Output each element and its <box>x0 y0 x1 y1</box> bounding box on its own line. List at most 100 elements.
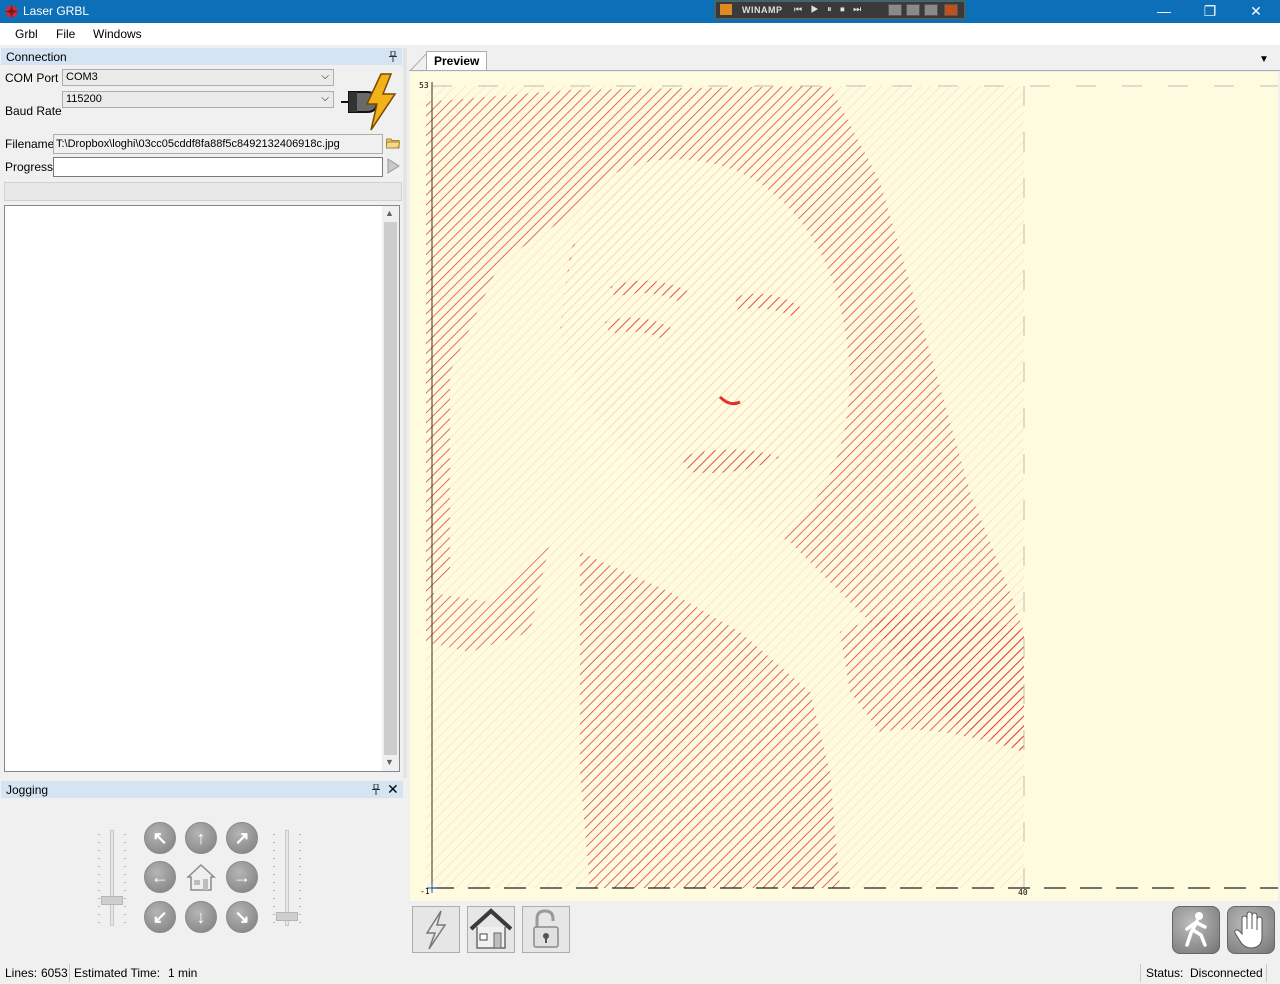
pin-icon[interactable] <box>389 51 397 62</box>
scroll-down-icon[interactable]: ▼ <box>385 757 394 767</box>
resume-button[interactable] <box>1172 906 1220 954</box>
home-icon <box>186 863 216 891</box>
menu-bar: Grbl File Windows <box>0 23 1280 45</box>
jog-step-slider-thumb[interactable] <box>276 912 298 921</box>
estimated-time-value: 1 min <box>168 966 198 980</box>
tab-preview[interactable]: Preview <box>426 51 487 70</box>
filename-value: T:\Dropbox\loghi\03cc05cddf8fa88f5c84921… <box>56 138 340 150</box>
jog-speed-slider-thumb[interactable] <box>101 896 123 905</box>
menu-grbl[interactable]: Grbl <box>15 27 38 41</box>
baud-rate-label: Baud Rate <box>5 104 62 118</box>
jog-home-button[interactable] <box>185 861 217 893</box>
console-log[interactable]: ▲ ▼ <box>4 205 400 772</box>
engraving-preview-image <box>426 82 1278 893</box>
home-icon <box>469 908 513 949</box>
jog-down-left-button[interactable]: ↙ <box>144 901 176 933</box>
axis-origin-label: -1 <box>420 887 430 896</box>
progress-label: Progress <box>5 160 54 174</box>
status-bar: Lines: 6053 Estimated Time: 1 min Status… <box>0 962 1280 984</box>
slider-ticks <box>98 834 100 926</box>
winamp-minibar[interactable]: WINAMP ⏮ ▶ ⏸ ⏹ ⏭ <box>715 1 965 19</box>
com-port-select[interactable]: COM3 ⌵ <box>62 69 334 86</box>
chevron-down-icon: ⌵ <box>321 93 329 104</box>
close-icon[interactable]: ✕ <box>387 781 399 798</box>
run-program-icon[interactable] <box>386 158 400 174</box>
preview-canvas[interactable]: 53 -1 40 <box>410 72 1278 901</box>
baud-rate-value: 115200 <box>66 93 102 105</box>
command-input[interactable] <box>4 182 402 201</box>
close-button[interactable]: ✕ <box>1233 0 1279 23</box>
tab-menu-chevron-down-icon[interactable]: ▼ <box>1259 54 1269 65</box>
stop-hand-icon <box>1234 911 1263 949</box>
status-separator <box>69 964 70 982</box>
laser-app-icon <box>5 5 18 18</box>
com-port-value: COM3 <box>66 71 98 83</box>
progress-bar <box>53 157 383 177</box>
jog-speed-slider[interactable] <box>110 830 114 926</box>
winamp-title: WINAMP <box>742 5 783 15</box>
slider-ticks <box>273 834 275 926</box>
log-scroll-thumb[interactable] <box>384 222 397 755</box>
slider-ticks <box>124 834 126 926</box>
jog-up-left-button[interactable]: ↖ <box>144 822 176 854</box>
walking-person-icon <box>1185 912 1207 947</box>
filename-label: Filename <box>5 137 55 151</box>
title-bar: Laser GRBL WINAMP ⏮ ▶ ⏸ ⏹ ⏭ — ❐ ✕ <box>0 0 1280 23</box>
arrow-up-right-icon: ↗ <box>234 828 250 848</box>
axis-x-mark-label: 40 <box>1018 888 1028 897</box>
jog-left-button[interactable]: ← <box>144 861 176 893</box>
arrow-left-icon: ← <box>151 867 169 887</box>
connection-panel-title: Connection <box>6 50 67 64</box>
unlock-icon <box>533 909 559 948</box>
connection-panel-header: Connection <box>1 48 402 65</box>
menu-windows[interactable]: Windows <box>93 27 142 41</box>
winamp-logo-icon <box>720 4 732 15</box>
jogging-panel-header: Jogging ✕ <box>1 781 403 798</box>
arrow-up-left-icon: ↖ <box>152 828 168 848</box>
filename-field[interactable]: T:\Dropbox\loghi\03cc05cddf8fa88f5c84921… <box>53 134 383 154</box>
estimated-time-label: Estimated Time: <box>74 966 161 980</box>
jog-down-button[interactable]: ↓ <box>185 901 217 933</box>
arrow-up-icon: ↑ <box>196 828 206 848</box>
maximize-button[interactable]: ❐ <box>1187 0 1233 23</box>
tab-preview-label: Preview <box>434 54 480 68</box>
homing-button[interactable] <box>467 906 515 953</box>
open-folder-icon[interactable] <box>386 137 400 149</box>
status-separator <box>1140 964 1141 982</box>
arrow-right-icon: → <box>233 867 251 887</box>
jog-up-right-button[interactable]: ↗ <box>226 822 258 854</box>
reset-button[interactable] <box>412 906 460 953</box>
winamp-playback-controls[interactable]: ⏮ ▶ ⏸ ⏹ ⏭ <box>794 4 864 15</box>
status-label: Status: <box>1146 966 1184 980</box>
unlock-button[interactable] <box>522 906 570 953</box>
winamp-close-button[interactable] <box>944 4 958 16</box>
scroll-up-icon[interactable]: ▲ <box>385 208 394 218</box>
tab-strip-line <box>409 70 1280 71</box>
chevron-down-icon: ⌵ <box>321 71 329 82</box>
slider-ticks <box>299 834 301 926</box>
com-port-label: COM Port <box>5 71 59 85</box>
baud-rate-select[interactable]: 115200 ⌵ <box>62 91 334 108</box>
lightning-icon <box>425 910 447 950</box>
connect-plug-icon[interactable] <box>337 72 401 132</box>
jog-up-button[interactable]: ↑ <box>185 822 217 854</box>
minimize-button[interactable]: — <box>1141 0 1187 23</box>
winamp-minimize-button[interactable] <box>888 4 902 16</box>
menu-file[interactable]: File <box>56 27 75 41</box>
pin-icon[interactable] <box>372 784 380 795</box>
jog-right-button[interactable]: → <box>226 861 258 893</box>
jogging-panel-title: Jogging <box>6 783 49 797</box>
connection-status-value: Disconnected <box>1190 966 1263 980</box>
stop-button[interactable] <box>1227 906 1275 954</box>
arrow-down-left-icon: ↙ <box>152 907 168 927</box>
log-scrollbar[interactable]: ▲ ▼ <box>382 206 399 771</box>
window-title: Laser GRBL <box>23 4 90 18</box>
arrow-down-right-icon: ↘ <box>234 907 250 927</box>
winamp-shade-button[interactable] <box>906 4 920 16</box>
winamp-pin-button[interactable] <box>924 4 938 16</box>
status-separator <box>1266 964 1267 982</box>
panel-splitter[interactable] <box>403 48 407 778</box>
axis-y-max-label: 53 <box>419 81 429 90</box>
lines-label: Lines: <box>5 966 38 980</box>
jog-down-right-button[interactable]: ↘ <box>226 901 258 933</box>
